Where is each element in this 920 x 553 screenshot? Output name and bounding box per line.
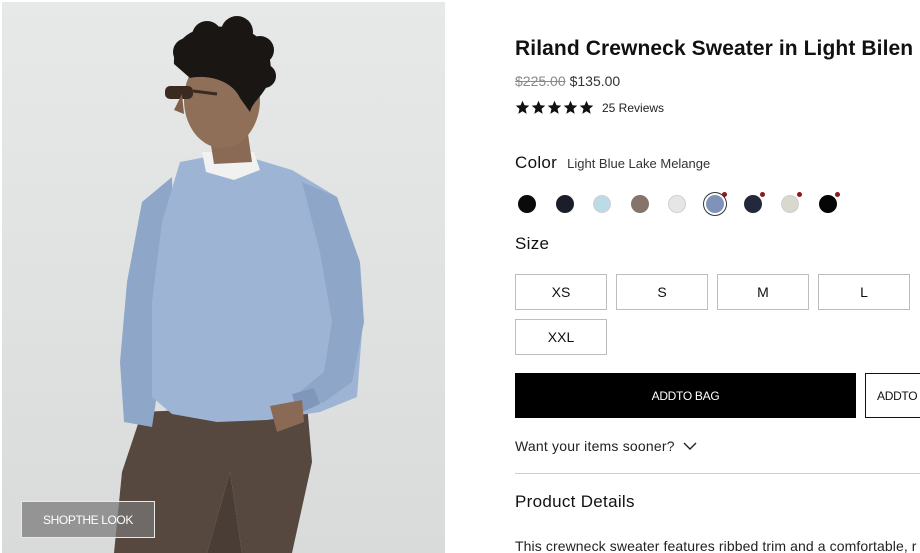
color-swatch[interactable] [668, 195, 687, 213]
sale-price: $135.00 [569, 73, 621, 89]
divider [515, 473, 920, 474]
rating: 25 Reviews [515, 100, 664, 115]
color-row: Color Light Blue Lake Melange [515, 153, 710, 173]
shop-the-look-button[interactable]: SHOPTHE LOOK [21, 501, 155, 538]
color-swatch[interactable] [630, 195, 649, 213]
reviews-link[interactable]: 25 Reviews [602, 101, 664, 115]
color-swatch[interactable] [593, 195, 612, 213]
model-photo [114, 16, 364, 553]
product-image[interactable]: SHOPTHE LOOK [2, 2, 445, 553]
delivery-options-label: Want your items sooner? [515, 438, 675, 454]
star-icon [579, 100, 594, 114]
delivery-options-toggle[interactable]: Want your items sooner? [515, 438, 697, 454]
color-swatch[interactable] [818, 195, 837, 213]
chevron-down-icon [683, 442, 697, 450]
color-swatch[interactable] [518, 195, 536, 213]
size-option-l[interactable]: L [818, 274, 910, 310]
size-option-m[interactable]: M [717, 274, 809, 310]
size-option-s[interactable]: S [616, 274, 708, 310]
selected-color-name: Light Blue Lake Melange [567, 156, 711, 171]
color-swatch[interactable] [781, 195, 800, 213]
color-label: Color [515, 153, 558, 172]
add-to-secondary-button[interactable]: ADDTO [865, 373, 920, 418]
color-swatch[interactable] [555, 195, 574, 213]
swatch-flag-dot [797, 192, 803, 197]
size-label: Size [515, 234, 550, 253]
swatch-flag-dot [759, 192, 765, 197]
star-rating [515, 100, 594, 115]
swatch-flag-dot [722, 192, 727, 197]
size-option-xs[interactable]: XS [515, 274, 607, 310]
add-to-bag-button[interactable]: ADDTO BAG [515, 373, 856, 418]
star-icon [563, 100, 578, 114]
product-details-text: This crewneck sweater features ribbed tr… [515, 538, 917, 553]
size-option-xxl[interactable]: XXL [515, 319, 607, 355]
star-icon [547, 100, 562, 114]
price: $225.00 $135.00 [515, 73, 620, 89]
star-icon [531, 100, 546, 114]
product-title: Riland Crewneck Sweater in Light Bilen [515, 37, 914, 60]
star-icon [515, 100, 530, 114]
color-swatch[interactable] [743, 195, 762, 213]
swatch-flag-dot [834, 192, 840, 197]
color-swatch[interactable] [706, 195, 724, 213]
product-details-heading[interactable]: Product Details [515, 492, 635, 512]
original-price: $225.00 [515, 73, 566, 89]
